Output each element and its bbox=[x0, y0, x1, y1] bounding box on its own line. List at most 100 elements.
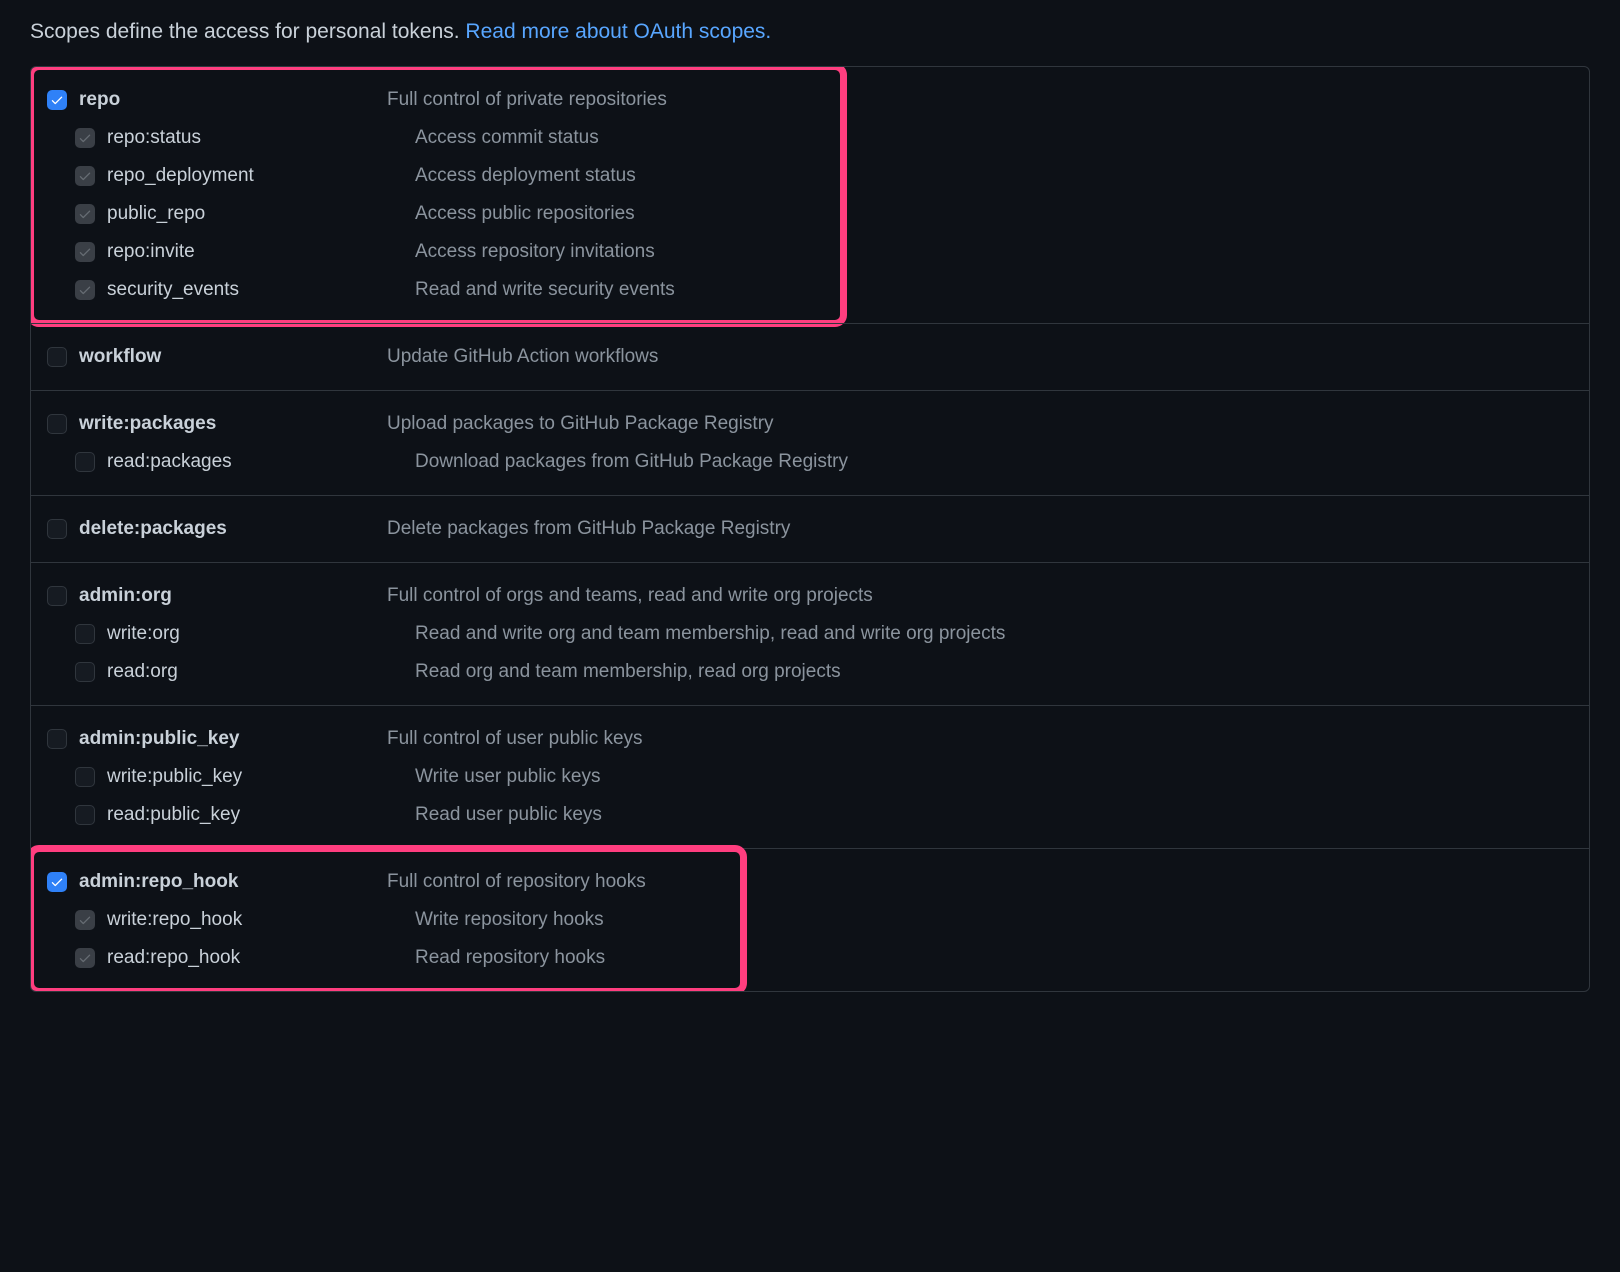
scope-name-column: public_repo bbox=[75, 203, 415, 225]
intro-link[interactable]: Read more about OAuth scopes. bbox=[465, 20, 771, 43]
checkbox-repo_deployment[interactable] bbox=[75, 166, 95, 186]
scope-name[interactable]: repo bbox=[79, 89, 120, 111]
scopes-intro: Scopes define the access for personal to… bbox=[30, 20, 1590, 44]
checkbox-public_repo[interactable] bbox=[75, 204, 95, 224]
scope-row: admin:repo_hook Full control of repositor… bbox=[47, 863, 1573, 901]
scope-row: read:public_key Read user public keys bbox=[47, 796, 1573, 834]
scope-name-column: admin:repo_hook bbox=[47, 871, 387, 893]
scope-name[interactable]: public_repo bbox=[107, 203, 205, 225]
scope-name[interactable]: read:repo_hook bbox=[107, 947, 240, 969]
scope-name[interactable]: workflow bbox=[79, 346, 161, 368]
scope-group: write:packages Upload packages to GitHub … bbox=[31, 390, 1589, 495]
scope-name-column: write:org bbox=[75, 623, 415, 645]
checkbox-delete-packages[interactable] bbox=[47, 519, 67, 539]
scope-row: public_repo Access public repositories bbox=[47, 195, 1573, 233]
scope-group: admin:org Full control of orgs and teams,… bbox=[31, 562, 1589, 705]
scope-desc: Read and write security events bbox=[415, 279, 675, 301]
scope-name-column: write:packages bbox=[47, 413, 387, 435]
scope-name-column: write:repo_hook bbox=[75, 909, 415, 931]
scope-desc: Full control of orgs and teams, read and… bbox=[387, 585, 873, 607]
scope-name-column: workflow bbox=[47, 346, 387, 368]
scope-desc: Full control of repository hooks bbox=[387, 871, 646, 893]
scope-row: delete:packages Delete packages from GitH… bbox=[47, 510, 1573, 548]
scope-row: read:packages Download packages from GitH… bbox=[47, 443, 1573, 481]
scope-row: read:repo_hook Read repository hooks bbox=[47, 939, 1573, 977]
scope-name[interactable]: write:org bbox=[107, 623, 180, 645]
checkbox-read-org[interactable] bbox=[75, 662, 95, 682]
checkbox-read-packages[interactable] bbox=[75, 452, 95, 472]
scope-name-column: repo bbox=[47, 89, 387, 111]
scope-name[interactable]: repo:invite bbox=[107, 241, 195, 263]
scope-desc: Read repository hooks bbox=[415, 947, 605, 969]
scope-row: read:org Read org and team membership, re… bbox=[47, 653, 1573, 691]
checkbox-repo-invite[interactable] bbox=[75, 242, 95, 262]
scope-name[interactable]: read:org bbox=[107, 661, 178, 683]
scope-group: admin:public_key Full control of user pub… bbox=[31, 705, 1589, 848]
scope-name[interactable]: write:packages bbox=[79, 413, 216, 435]
scope-desc: Full control of private repositories bbox=[387, 89, 667, 111]
scope-row: write:repo_hook Write repository hooks bbox=[47, 901, 1573, 939]
scope-desc: Download packages from GitHub Package Re… bbox=[415, 451, 848, 473]
scope-name[interactable]: write:public_key bbox=[107, 766, 242, 788]
scope-name[interactable]: write:repo_hook bbox=[107, 909, 242, 931]
scope-desc: Upload packages to GitHub Package Regist… bbox=[387, 413, 774, 435]
checkbox-read-public_key[interactable] bbox=[75, 805, 95, 825]
scope-desc: Access public repositories bbox=[415, 203, 635, 225]
scope-name[interactable]: read:public_key bbox=[107, 804, 240, 826]
checkbox-write-public_key[interactable] bbox=[75, 767, 95, 787]
scope-group: delete:packages Delete packages from GitH… bbox=[31, 495, 1589, 562]
scope-name-column: security_events bbox=[75, 279, 415, 301]
scope-group: admin:repo_hook Full control of repositor… bbox=[31, 848, 1589, 991]
scope-row: write:public_key Write user public keys bbox=[47, 758, 1573, 796]
checkbox-write-repo_hook[interactable] bbox=[75, 910, 95, 930]
scope-desc: Delete packages from GitHub Package Regi… bbox=[387, 518, 790, 540]
checkbox-read-repo_hook[interactable] bbox=[75, 948, 95, 968]
checkbox-admin-repo_hook[interactable] bbox=[47, 872, 67, 892]
scope-row: repo:status Access commit status bbox=[47, 119, 1573, 157]
scope-name-column: admin:org bbox=[47, 585, 387, 607]
scope-desc: Update GitHub Action workflows bbox=[387, 346, 658, 368]
scope-desc: Write repository hooks bbox=[415, 909, 604, 931]
checkbox-admin-public_key[interactable] bbox=[47, 729, 67, 749]
scope-name[interactable]: read:packages bbox=[107, 451, 232, 473]
scope-desc: Full control of user public keys bbox=[387, 728, 643, 750]
checkbox-admin-org[interactable] bbox=[47, 586, 67, 606]
scope-name-column: admin:public_key bbox=[47, 728, 387, 750]
scope-name[interactable]: delete:packages bbox=[79, 518, 227, 540]
scope-group: workflow Update GitHub Action workflows bbox=[31, 323, 1589, 390]
scope-name-column: read:repo_hook bbox=[75, 947, 415, 969]
checkbox-workflow[interactable] bbox=[47, 347, 67, 367]
checkbox-repo[interactable] bbox=[47, 90, 67, 110]
checkbox-write-org[interactable] bbox=[75, 624, 95, 644]
checkbox-write-packages[interactable] bbox=[47, 414, 67, 434]
checkbox-security_events[interactable] bbox=[75, 280, 95, 300]
scope-row: security_events Read and write security e… bbox=[47, 271, 1573, 309]
scope-desc: Read and write org and team membership, … bbox=[415, 623, 1005, 645]
scope-desc: Read org and team membership, read org p… bbox=[415, 661, 841, 683]
scope-row: admin:public_key Full control of user pub… bbox=[47, 720, 1573, 758]
scope-desc: Write user public keys bbox=[415, 766, 601, 788]
scope-name[interactable]: security_events bbox=[107, 279, 239, 301]
scope-name-column: repo:invite bbox=[75, 241, 415, 263]
scope-desc: Access repository invitations bbox=[415, 241, 655, 263]
scope-name[interactable]: admin:org bbox=[79, 585, 172, 607]
scope-desc: Access deployment status bbox=[415, 165, 636, 187]
scope-desc: Access commit status bbox=[415, 127, 599, 149]
scope-name[interactable]: admin:public_key bbox=[79, 728, 240, 750]
intro-text: Scopes define the access for personal to… bbox=[30, 20, 465, 43]
scope-name-column: read:org bbox=[75, 661, 415, 683]
scope-row: repo Full control of private repositories bbox=[47, 81, 1573, 119]
scope-name[interactable]: repo_deployment bbox=[107, 165, 254, 187]
scope-name-column: delete:packages bbox=[47, 518, 387, 540]
scope-name-column: repo:status bbox=[75, 127, 415, 149]
scope-row: write:org Read and write org and team mem… bbox=[47, 615, 1573, 653]
scopes-list: repo Full control of private repositories… bbox=[30, 66, 1590, 992]
checkbox-repo-status[interactable] bbox=[75, 128, 95, 148]
scope-row: repo:invite Access repository invitations bbox=[47, 233, 1573, 271]
scope-name-column: write:public_key bbox=[75, 766, 415, 788]
scope-name-column: read:packages bbox=[75, 451, 415, 473]
scope-row: write:packages Upload packages to GitHub … bbox=[47, 405, 1573, 443]
scope-desc: Read user public keys bbox=[415, 804, 602, 826]
scope-name[interactable]: admin:repo_hook bbox=[79, 871, 238, 893]
scope-name[interactable]: repo:status bbox=[107, 127, 201, 149]
